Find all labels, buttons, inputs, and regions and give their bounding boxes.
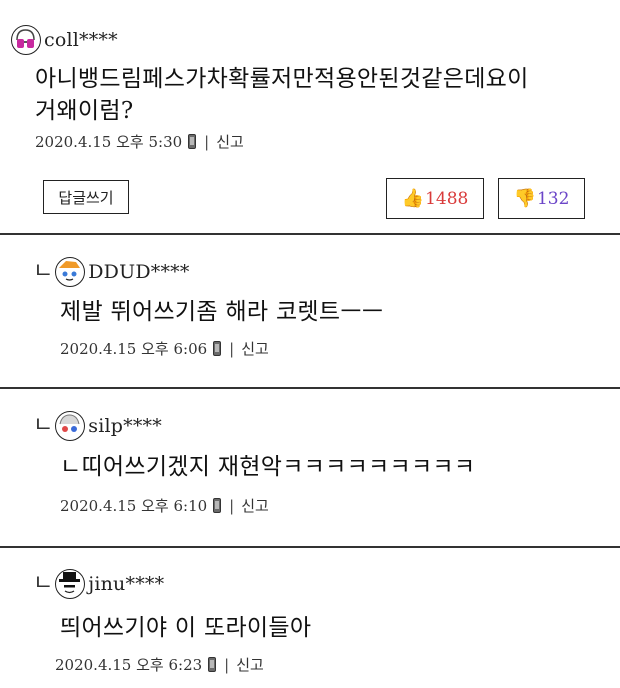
report-link[interactable]: 신고 [216,131,244,152]
reply-header: ㄴ DDUD**** [33,257,190,287]
timestamp: 2020.4.15 오후 6:23 [55,656,203,674]
dislike-count: 132 [536,188,570,209]
avatar-image [59,261,81,281]
comment-text: 아니뱅드림페스가차확률저만적용안된것같은데요이 거왜이럼? [35,63,529,127]
username[interactable]: coll**** [44,29,118,51]
reply-text: ㄴ띠어쓰기겠지 재현악ㅋㅋㅋㅋㅋㅋㅋㅋㅋ [60,454,476,480]
timestamp: 2020.4.15 오후 5:30 [35,133,183,151]
avatar-image [59,414,80,432]
timestamp: 2020.4.15 오후 6:10 [60,497,208,515]
reply-meta: 2020.4.15 오후 6:10 | 신고 [60,495,269,516]
phone-icon [208,657,217,672]
reply-meta: 2020.4.15 오후 6:06 | 신고 [60,338,269,359]
dislike-button[interactable]: 👎 132 [498,178,585,219]
avatar-image [59,572,81,594]
reply-header: ㄴ jinu**** [33,569,164,599]
username[interactable]: DDUD**** [88,261,189,283]
timestamp: 2020.4.15 오후 6:06 [60,340,208,358]
avatar[interactable] [55,411,86,441]
avatar[interactable] [11,25,41,55]
reply-text: 제발 뛰어쓰기좀 해라 코렛트ㅡㅡ [60,299,384,325]
like-button[interactable]: 👍 1488 [386,178,484,219]
reply-indicator: ㄴ [33,571,54,596]
separator: | [229,339,235,358]
divider [0,387,620,389]
thumbs-up-icon: 👍 [401,188,425,209]
phone-icon [213,341,222,356]
comment-text-line: 거왜이럼? [35,98,134,124]
reply-header: ㄴ silp**** [33,411,162,441]
like-count: 1488 [425,188,469,209]
avatar[interactable] [55,257,86,287]
username[interactable]: silp**** [88,415,162,437]
avatar-image [16,29,35,48]
reply-button[interactable]: 답글쓰기 [43,180,129,214]
thumbs-down-icon: 👎 [513,188,536,209]
comment-meta: 2020.4.15 오후 5:30 | 신고 [35,131,244,152]
reply-indicator: ㄴ [33,413,54,438]
report-link[interactable]: 신고 [241,338,269,359]
separator: | [229,496,235,515]
divider [0,233,620,235]
username[interactable]: jinu**** [88,573,164,595]
reply-indicator: ㄴ [33,259,54,284]
comment-text-line: 아니뱅드림페스가차확률저만적용안된것같은데요이 [35,66,529,92]
report-link[interactable]: 신고 [241,495,269,516]
comment-header: coll**** [11,25,118,55]
phone-icon [213,498,222,513]
avatar[interactable] [55,569,86,599]
separator: | [204,132,210,151]
divider [0,546,620,548]
reply-text: 띄어쓰기야 이 또라이들아 [60,615,312,641]
report-link[interactable]: 신고 [236,654,264,675]
reply-meta: 2020.4.15 오후 6:23 | 신고 [55,654,264,675]
phone-icon [188,134,197,149]
separator: | [224,655,230,674]
